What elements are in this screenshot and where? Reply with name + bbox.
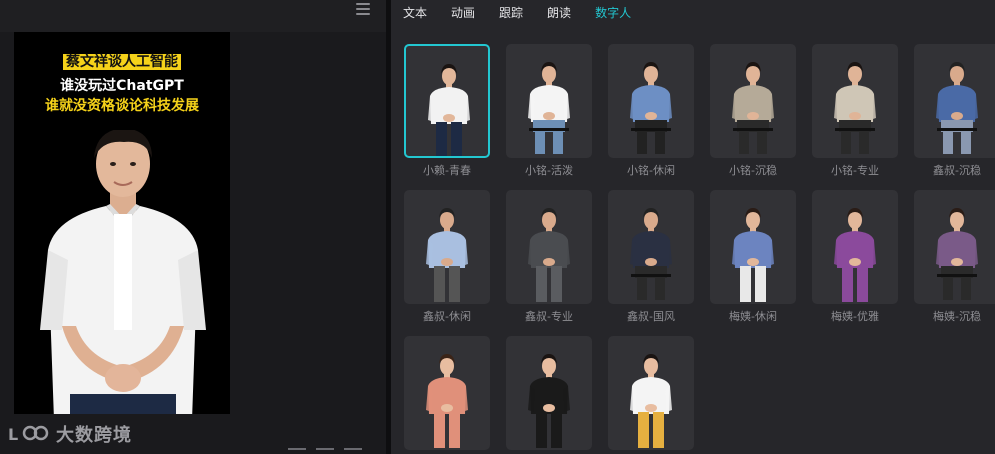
avatar-card[interactable]: 鑫叔-休闲 xyxy=(404,190,490,328)
avatar-card[interactable]: 梅姨-休闲 xyxy=(710,190,796,328)
preview-topbar xyxy=(0,0,386,32)
avatar-figure xyxy=(732,62,774,154)
avatar-figure xyxy=(528,208,570,302)
avatar-label: 小铭-专业 xyxy=(831,164,879,177)
avatar-thumbnail[interactable] xyxy=(506,44,592,158)
avatar-card[interactable] xyxy=(404,336,490,454)
avatar-figure xyxy=(732,208,774,302)
preview-controls xyxy=(288,448,362,454)
avatar-figure xyxy=(630,208,672,300)
avatar-label: 小铭-休闲 xyxy=(627,164,675,177)
avatar-figure xyxy=(630,354,672,448)
preview-pane: 蔡文祥谈人工智能 谁没玩过ChatGPT 谁就没资格谈论科技发展 L 大数跨境 xyxy=(0,0,386,454)
menu-icon[interactable] xyxy=(356,3,370,15)
avatar-card[interactable]: 小铭-活泼 xyxy=(506,44,592,182)
inspector-panel: 文本 动画 跟踪 朗读 数字人 小赖-青春 小铭-活泼 小铭-休闲 小铭-沉稳 小铭-专… xyxy=(391,0,995,454)
watermark-text: 大数跨境 xyxy=(56,425,132,446)
avatar-figure xyxy=(936,62,978,154)
avatar-thumbnail[interactable] xyxy=(812,190,898,304)
avatar-thumbnail[interactable] xyxy=(608,336,694,450)
avatar-label: 鑫叔-沉稳 xyxy=(933,164,981,177)
avatar-label: 小铭-活泼 xyxy=(525,164,573,177)
avatar-thumbnail[interactable] xyxy=(710,190,796,304)
avatar-thumbnail[interactable] xyxy=(404,44,490,158)
avatar-thumbnail[interactable] xyxy=(506,190,592,304)
avatar-label: 鑫叔-休闲 xyxy=(423,310,471,323)
avatar-figure xyxy=(528,354,570,448)
avatar-card[interactable]: 鑫叔-国风 xyxy=(608,190,694,328)
avatar-card[interactable]: 鑫叔-专业 xyxy=(506,190,592,328)
avatar-figure xyxy=(428,64,470,156)
avatar-card[interactable]: 小铭-专业 xyxy=(812,44,898,182)
avatar-label: 梅姨-休闲 xyxy=(729,310,777,323)
avatar-card[interactable]: 梅姨-优雅 xyxy=(812,190,898,328)
avatar-card[interactable] xyxy=(608,336,694,454)
avatar-card[interactable]: 梅姨-沉稳 xyxy=(914,190,995,328)
video-preview[interactable]: 蔡文祥谈人工智能 谁没玩过ChatGPT 谁就没资格谈论科技发展 xyxy=(14,32,230,414)
caption-line-3: 谁就没资格谈论科技发展 xyxy=(45,98,199,114)
expand-icon[interactable] xyxy=(344,448,362,454)
avatar-figure xyxy=(528,62,570,154)
avatar-card[interactable] xyxy=(506,336,592,454)
svg-text:L: L xyxy=(8,425,18,444)
avatar-figure xyxy=(936,208,978,300)
avatar-label: 梅姨-优雅 xyxy=(831,310,879,323)
avatar-thumbnail[interactable] xyxy=(710,44,796,158)
avatar-thumbnail[interactable] xyxy=(608,44,694,158)
avatar-label: 鑫叔-国风 xyxy=(627,310,675,323)
avatar-card[interactable]: 小铭-休闲 xyxy=(608,44,694,182)
tab-animation[interactable]: 动画 xyxy=(451,0,475,26)
caption-line-1: 蔡文祥谈人工智能 xyxy=(14,52,230,72)
avatar-thumbnail[interactable] xyxy=(506,336,592,450)
tab-tracking[interactable]: 跟踪 xyxy=(499,0,523,26)
editor-root: 蔡文祥谈人工智能 谁没玩过ChatGPT 谁就没资格谈论科技发展 L 大数跨境 … xyxy=(0,0,995,454)
tab-text[interactable]: 文本 xyxy=(403,0,427,26)
watermark: L 大数跨境 xyxy=(8,421,132,447)
avatar-thumbnail[interactable] xyxy=(404,190,490,304)
avatar-figure xyxy=(834,208,876,302)
avatar-figure xyxy=(426,208,468,302)
avatar-label: 梅姨-沉稳 xyxy=(933,310,981,323)
ratio-icon[interactable] xyxy=(316,448,334,454)
avatar-label: 小赖-青春 xyxy=(423,164,471,177)
caption-line-1-text: 蔡文祥谈人工智能 xyxy=(63,54,181,70)
avatar-thumbnail[interactable] xyxy=(404,336,490,450)
tab-digital-human[interactable]: 数字人 xyxy=(595,0,631,26)
avatar-label: 鑫叔-专业 xyxy=(525,310,573,323)
fullscreen-icon[interactable] xyxy=(288,448,306,454)
avatar-thumbnail[interactable] xyxy=(914,44,995,158)
caption-line-2: 谁没玩过ChatGPT xyxy=(60,78,184,94)
avatar-label: 小铭-沉稳 xyxy=(729,164,777,177)
tab-read-aloud[interactable]: 朗读 xyxy=(547,0,571,26)
avatar-thumbnail[interactable] xyxy=(812,44,898,158)
avatar-figure xyxy=(834,62,876,154)
avatar-thumbnail[interactable] xyxy=(608,190,694,304)
inspector-tabs: 文本 动画 跟踪 朗读 数字人 xyxy=(391,0,995,26)
avatar-card[interactable]: 鑫叔-沉稳 xyxy=(914,44,995,182)
avatar-figure xyxy=(630,62,672,154)
presenter-figure xyxy=(40,130,206,414)
brand-logo-icon: L xyxy=(8,425,49,444)
avatar-card[interactable]: 小铭-沉稳 xyxy=(710,44,796,182)
avatar-figure xyxy=(426,354,468,448)
avatar-card[interactable]: 小赖-青春 xyxy=(404,44,490,182)
avatar-thumbnail[interactable] xyxy=(914,190,995,304)
